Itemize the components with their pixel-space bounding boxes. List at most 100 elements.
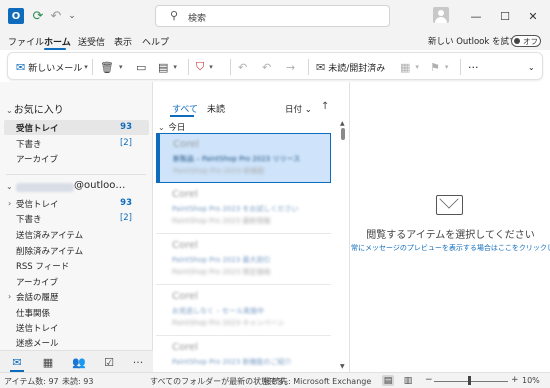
message-sender: Corel (172, 291, 198, 302)
chevron-right-icon[interactable]: › (8, 199, 11, 208)
undo-icon[interactable]: ↶ (48, 8, 64, 24)
ribbon: ✉ 新しいメール ▾ 🗑 ▾ ▭ ▤ ▾ ⛉ ▾ ↶ ↶ → ✉ 未読/開封済み… (7, 52, 543, 80)
folder-drafts-fav[interactable]: 下書き (16, 138, 42, 150)
zoom-slider-thumb[interactable] (468, 376, 471, 385)
module-nav: ✉ ▦ 👥 ☑ ··· (0, 350, 153, 372)
flag-button[interactable]: ⚑ ▾ (430, 58, 448, 76)
reading-view-icon[interactable]: ▥ (402, 375, 414, 386)
move-folder-icon: ▤ (158, 60, 169, 74)
active-tab-indicator (44, 48, 66, 50)
folder-conversation-history[interactable]: 会話の履歴 (16, 291, 59, 303)
folder-work[interactable]: 仕事関係 (16, 307, 50, 319)
menu-bar: ファイル ホーム 送受信 表示 ヘルプ 新しい Outlook を試す オフ (0, 32, 550, 50)
menu-file[interactable]: ファイル (8, 35, 44, 48)
item-count: アイテム数: 97 (4, 377, 59, 386)
menu-send-receive[interactable]: 送受信 (78, 35, 105, 48)
folder-archive-fav[interactable]: アーカイブ (16, 153, 58, 165)
message-item[interactable]: Corel お見逃しなく – セール実施中 PaintShop Pro 2023… (156, 286, 331, 336)
shield-icon: ⛉ (196, 60, 205, 73)
account-name[interactable]: @outloo… (74, 180, 125, 191)
delete-button[interactable]: 🗑 ▾ (100, 58, 122, 76)
zoom-in-icon[interactable]: + (511, 375, 519, 385)
archive-button[interactable]: ▭ (136, 58, 149, 76)
message-item[interactable]: Corel PaintShop Pro 2023 をお試しください PaintS… (156, 184, 331, 234)
group-header-today[interactable]: ⌄ 今日 (158, 121, 185, 133)
message-preview: PaintShop Pro 2023 キャンペーン (172, 319, 285, 327)
sort-label: 日付 (285, 105, 303, 115)
message-subject: お見逃しなく – セール実施中 (172, 307, 264, 315)
new-outlook-toggle[interactable]: オフ (511, 35, 541, 47)
read-unread-button[interactable]: ✉ 未読/開封済み (316, 58, 385, 76)
zoom-out-icon[interactable]: − (425, 375, 433, 385)
scroll-thumb[interactable] (341, 128, 345, 140)
move-button[interactable]: ▤ ▾ (158, 58, 177, 76)
folder-junk[interactable]: 迷惑メール (16, 337, 59, 349)
reply-all-button[interactable]: ↶ (262, 58, 274, 76)
message-item[interactable]: Corel 新製品 – PaintShop Pro 2023 リリース Pain… (156, 133, 331, 183)
envelope-icon (436, 195, 463, 215)
tab-unread[interactable]: 未読 (207, 102, 225, 115)
close-button[interactable]: ✕ (523, 6, 543, 26)
tab-all[interactable]: すべて (172, 102, 198, 115)
menu-view[interactable]: 表示 (114, 35, 132, 48)
search-placeholder: 検索 (188, 14, 207, 24)
folder-outbox[interactable]: 送信トレイ (16, 322, 59, 334)
folder-deleted[interactable]: 削除済みアイテム (16, 245, 83, 257)
calendar-icon[interactable]: ▦ (40, 354, 56, 370)
chevron-right-icon[interactable]: › (8, 292, 11, 301)
message-preview: PaintShop Pro 2023 限定価格 (172, 268, 271, 276)
drafts-count: [2] (119, 213, 132, 223)
sort-direction-button[interactable]: ↑ (321, 101, 329, 112)
scrollbar[interactable] (339, 120, 347, 370)
chevron-down-icon: ▾ (415, 63, 419, 71)
sort-by-date-button[interactable]: 日付 ⌄ (285, 103, 312, 115)
minimize-button[interactable]: — (466, 6, 486, 26)
tasks-icon[interactable]: ☑ (101, 354, 117, 370)
new-outlook-label: 新しい Outlook を試す (428, 37, 518, 47)
forward-button[interactable]: → (286, 58, 298, 76)
folder-sent[interactable]: 送信済みアイテム (16, 229, 83, 241)
reply-all-icon: ↶ (262, 60, 272, 74)
search-input[interactable]: ⚲ 検索 (155, 5, 390, 27)
folder-inbox-fav[interactable]: 受信トレイ (16, 122, 59, 134)
favorites-header[interactable]: ⌄お気に入り (6, 101, 64, 116)
search-icon: ⚲ (170, 9, 179, 22)
scroll-down-icon[interactable]: ▼ (340, 363, 345, 370)
sync-icon[interactable]: ⟳ (30, 8, 46, 24)
normal-view-icon[interactable]: ▤ (382, 375, 394, 386)
report-button[interactable]: ⛉ ▾ (196, 58, 213, 76)
folder-rss[interactable]: RSS フィード (16, 260, 69, 272)
menu-home[interactable]: ホーム (44, 35, 71, 48)
folder-drafts[interactable]: 下書き (16, 213, 42, 225)
people-icon[interactable]: 👥 (71, 354, 87, 370)
outlook-icon: O (8, 8, 24, 24)
folder-inbox[interactable]: 受信トレイ (16, 198, 59, 210)
inbox-unread-count: 93 (120, 122, 132, 132)
menu-help[interactable]: ヘルプ (142, 35, 169, 48)
message-preview: PaintShop Pro 2023 最新情報 (172, 217, 271, 225)
categorize-button[interactable]: ▦ ▾ (400, 58, 419, 76)
new-mail-button[interactable]: ✉ 新しいメール ▾ (16, 58, 88, 76)
folder-archive[interactable]: アーカイブ (16, 276, 58, 288)
archive-icon: ▭ (136, 60, 147, 74)
avatar[interactable] (433, 7, 449, 23)
customize-toolbar-icon[interactable]: ⌄ (64, 8, 80, 24)
envelope-open-icon: ✉ (316, 60, 326, 74)
ribbon-divider (308, 59, 309, 75)
message-preview: PaintShop Pro 2023 新機能 (173, 167, 265, 175)
message-item[interactable]: Corel PaintShop Pro 2023 新機能のご紹介 (156, 337, 331, 372)
zoom-slider[interactable] (434, 381, 508, 382)
title-bar: O ⟳ ↶ ⌄ ⚲ 検索 — ☐ ✕ (0, 0, 550, 32)
ribbon-collapse-button[interactable]: ⌄ (528, 58, 535, 76)
message-item[interactable]: Corel PaintShop Pro 2023 最大割引 PaintShop … (156, 235, 331, 285)
mail-icon[interactable]: ✉ (9, 354, 25, 370)
drafts-count: [2] (119, 138, 132, 148)
preview-setting-link[interactable]: 常にメッセージのプレビューを表示する場合はここをクリックしま (351, 243, 550, 253)
more-options-button[interactable]: ··· (468, 58, 479, 76)
more-apps-icon[interactable]: ··· (130, 354, 146, 370)
chevron-down-icon[interactable]: ⌄ (6, 182, 13, 191)
chevron-down-icon: ▾ (84, 63, 88, 71)
maximize-button[interactable]: ☐ (495, 6, 515, 26)
scroll-up-icon[interactable]: ▲ (340, 120, 345, 127)
reply-button[interactable]: ↶ (238, 58, 250, 76)
